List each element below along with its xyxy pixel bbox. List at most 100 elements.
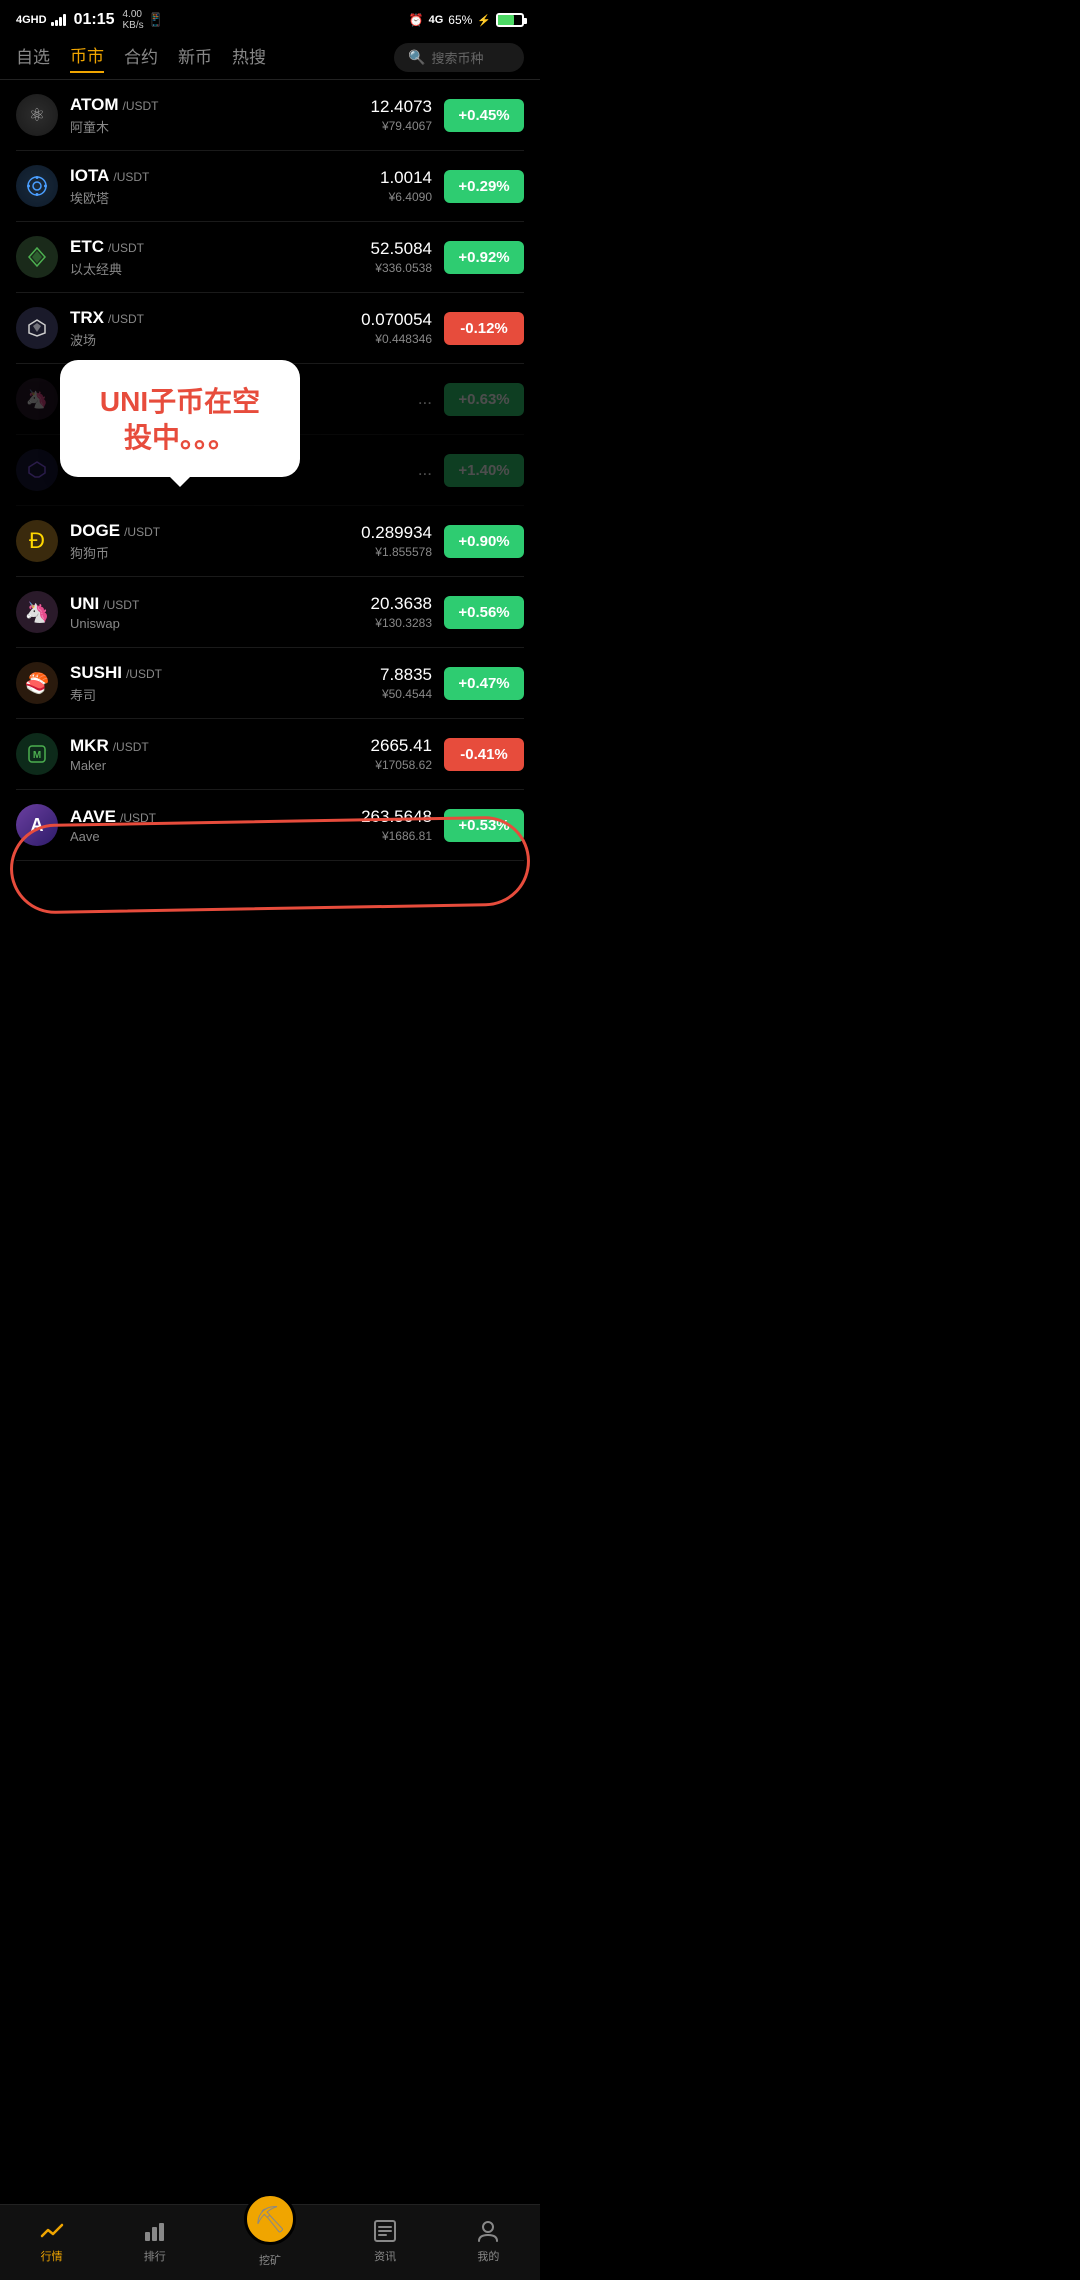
coin-row-trx[interactable]: TRX /USDT 波场 0.070054 ¥0.448346 -0.12%: [16, 293, 524, 364]
etc-fullname: 以太经典: [70, 259, 371, 278]
uni-pair: /USDT: [103, 598, 139, 612]
iota-fullname: 埃欧塔: [70, 188, 380, 207]
battery-icon: [496, 13, 524, 27]
atom-fullname: 阿童木: [70, 117, 371, 136]
speed: 4.00KB/s: [122, 9, 143, 31]
mkr-icon: M: [16, 733, 58, 775]
doge-price: 0.289934: [361, 523, 432, 543]
mkr-pair: /USDT: [113, 740, 149, 754]
aave-info: AAVE /USDT Aave: [70, 807, 361, 844]
bottom-nav-ranking[interactable]: 排行: [141, 2217, 169, 2264]
atom-prices: 12.4073 ¥79.4067: [371, 97, 432, 133]
coin-row-iota[interactable]: IOTA /USDT 埃欧塔 1.0014 ¥6.4090 +0.29%: [16, 151, 524, 222]
trx-cny: ¥0.448346: [361, 332, 432, 346]
atom-price: 12.4073: [371, 97, 432, 117]
trx-change: -0.12%: [444, 312, 524, 345]
mkr-fullname: Maker: [70, 758, 371, 773]
aave-price: 263.5648: [361, 807, 432, 827]
doge-pair: /USDT: [124, 525, 160, 539]
search-icon: 🔍: [408, 49, 425, 66]
coin-row-doge[interactable]: Ð DOGE /USDT 狗狗币 0.289934 ¥1.855578 +0.9…: [16, 506, 524, 577]
etc-prices: 52.5084 ¥336.0538: [371, 239, 432, 275]
bottom-nav-profile[interactable]: 我的: [474, 2217, 502, 2264]
matic-partial-change: +1.40%: [444, 454, 524, 487]
trx-price: 0.070054: [361, 310, 432, 330]
tab-market[interactable]: 币市: [70, 42, 104, 73]
uni-partial-change: +0.63%: [444, 383, 524, 416]
aave-fullname: Aave: [70, 829, 361, 844]
aave-cny: ¥1686.81: [361, 829, 432, 843]
sushi-cny: ¥50.4544: [380, 687, 432, 701]
coin-row-aave[interactable]: A AAVE /USDT Aave 263.5648 ¥1686.81 +0.5…: [16, 790, 524, 861]
etc-pair: /USDT: [108, 241, 144, 255]
atom-icon: ⚛: [16, 94, 58, 136]
search-placeholder: 搜索币种: [431, 48, 483, 67]
uni-info: UNI /USDT Uniswap: [70, 594, 371, 631]
etc-icon: [16, 236, 58, 278]
iota-symbol: IOTA: [70, 166, 109, 186]
trx-icon: [16, 307, 58, 349]
matic-partial-price: ...: [418, 460, 432, 480]
coin-row-etc[interactable]: ETC /USDT 以太经典 52.5084 ¥336.0538 +0.92%: [16, 222, 524, 293]
mkr-prices: 2665.41 ¥17058.62: [371, 736, 432, 772]
uni-partial-price: ...: [418, 389, 432, 409]
atom-symbol: ATOM: [70, 95, 118, 115]
doge-change: +0.90%: [444, 525, 524, 558]
uni-price: 20.3638: [371, 594, 432, 614]
sushi-prices: 7.8835 ¥50.4544: [380, 665, 432, 701]
bottom-nav-news[interactable]: 资讯: [371, 2217, 399, 2264]
matic-partial-icon: [16, 449, 58, 491]
coin-row-mkr[interactable]: M MKR /USDT Maker 2665.41 ¥17058.62 -0.4…: [16, 719, 524, 790]
battery-percent: 65%: [448, 13, 472, 27]
tab-trending[interactable]: 热搜: [232, 43, 266, 72]
lte-label: 4G: [429, 14, 444, 26]
bolt-icon: ⚡: [477, 14, 491, 27]
time: 01:15: [74, 11, 115, 29]
sim-icon: 📱: [148, 12, 164, 28]
sushi-info: SUSHI /USDT 寿司: [70, 663, 380, 704]
mkr-symbol: MKR: [70, 736, 109, 756]
uni-prices: 20.3638 ¥130.3283: [371, 594, 432, 630]
aave-symbol: AAVE: [70, 807, 116, 827]
bottom-market-label: 行情: [41, 2248, 63, 2264]
trx-fullname: 波场: [70, 330, 361, 349]
coin-row-atom[interactable]: ⚛ ATOM /USDT 阿童木 12.4073 ¥79.4067 +0.45%: [16, 80, 524, 151]
doge-prices: 0.289934 ¥1.855578: [361, 523, 432, 559]
iota-prices: 1.0014 ¥6.4090: [380, 168, 432, 204]
uni-cny: ¥130.3283: [371, 616, 432, 630]
iota-change: +0.29%: [444, 170, 524, 203]
tooltip-line2: 投中。。。: [90, 420, 270, 456]
status-right: ⏰ 4G 65% ⚡: [409, 13, 524, 27]
uni-change: +0.56%: [444, 596, 524, 629]
coin-row-uni[interactable]: 🦄 UNI /USDT Uniswap 20.3638 ¥130.3283 +0…: [16, 577, 524, 648]
atom-info: ATOM /USDT 阿童木: [70, 95, 371, 136]
battery-fill: [498, 15, 514, 25]
sushi-change: +0.47%: [444, 667, 524, 700]
bottom-nav-mining[interactable]: ⛏ 挖矿: [244, 2213, 296, 2268]
etc-change: +0.92%: [444, 241, 524, 274]
atom-cny: ¥79.4067: [371, 119, 432, 133]
coin-row-sushi[interactable]: 🍣 SUSHI /USDT 寿司 7.8835 ¥50.4544 +0.47%: [16, 648, 524, 719]
etc-info: ETC /USDT 以太经典: [70, 237, 371, 278]
tab-futures[interactable]: 合约: [124, 43, 158, 72]
bottom-nav: 行情 排行 ⛏ 挖矿 资讯 我的: [0, 2204, 540, 2280]
sushi-icon: 🍣: [16, 662, 58, 704]
search-box[interactable]: 🔍 搜索币种: [394, 43, 524, 72]
alarm-icon: ⏰: [409, 13, 424, 27]
bottom-mining-label: 挖矿: [259, 2252, 281, 2268]
tab-newcoins[interactable]: 新币: [178, 43, 212, 72]
profile-icon: [474, 2217, 502, 2245]
signal-bars: [51, 14, 66, 26]
tab-watchlist[interactable]: 自选: [16, 43, 50, 72]
doge-symbol: DOGE: [70, 521, 120, 541]
ranking-icon: [141, 2217, 169, 2245]
iota-icon: [16, 165, 58, 207]
bottom-ranking-label: 排行: [144, 2248, 166, 2264]
bottom-nav-market[interactable]: 行情: [38, 2217, 66, 2264]
uni-partial-prices: ...: [418, 389, 432, 409]
atom-change: +0.45%: [444, 99, 524, 132]
svg-text:M: M: [33, 750, 41, 761]
trx-prices: 0.070054 ¥0.448346: [361, 310, 432, 346]
matic-partial-prices: ...: [418, 460, 432, 480]
mkr-price: 2665.41: [371, 736, 432, 756]
